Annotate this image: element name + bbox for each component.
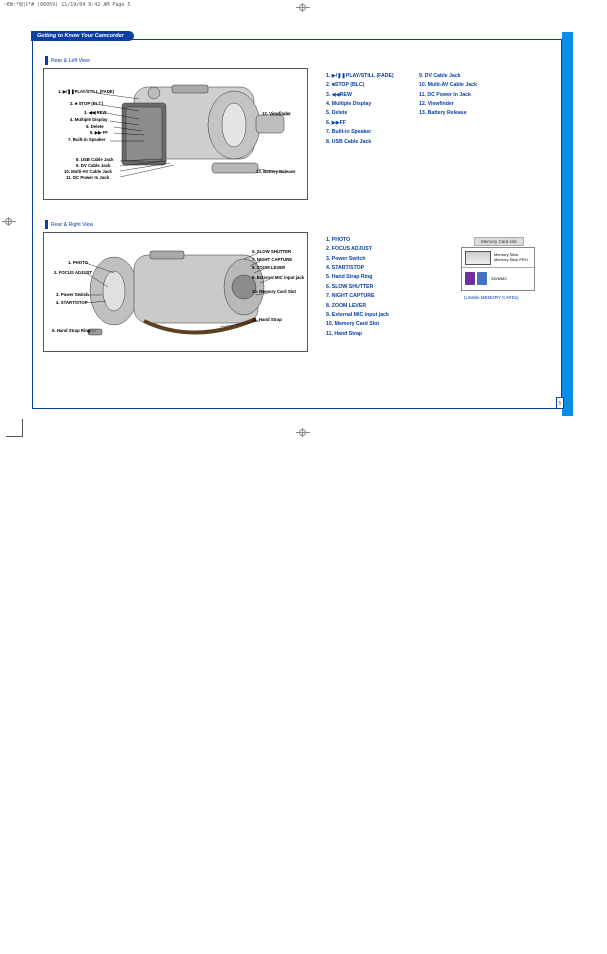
callout-rr-6: 6. SLOW SHUTTER [252, 249, 291, 254]
callout-rr-7: 7. NIGHT CAPTURE [252, 257, 292, 262]
memory-card-row-1: Memory Stick Memory Stick PRO [462, 248, 534, 268]
legend-item: 6. SLOW SHUTTER [326, 283, 389, 292]
callout-rl-7: 7. Built-in Speaker [68, 137, 106, 142]
rear-left-heading: Rear & Left View [45, 56, 90, 65]
legend-item: 11. Hand Strap [326, 330, 389, 339]
legend-item: 8. ZOOM LEVER [326, 302, 389, 311]
legend-item: 4. START/STOP [326, 264, 389, 273]
callout-rl-5: 5. Delete [86, 124, 104, 129]
callout-rl-12: 12. Viewfinder [262, 111, 291, 116]
legend-item: 13. Battery Release [419, 109, 477, 118]
memory-card-slot-title: Memory Card slot [474, 237, 524, 246]
callout-rl-2: 2. ■ STOP (BLC) [70, 101, 103, 106]
legend-item: 10. Memory Card Slot [326, 320, 389, 329]
callout-rr-10: 10. Memory Card Slot [252, 289, 296, 294]
rear-right-heading: Rear & Right View [45, 220, 93, 229]
rear-right-legend: 1. PHOTO 2. FOCUS ADJUST 3. Power Switch… [326, 236, 389, 339]
legend-item: 8. USB Cable Jack [326, 138, 394, 147]
callout-rl-8: 8. USB Cable Jack [76, 157, 114, 162]
legend-item: 5. Hand Strap Ring [326, 273, 389, 282]
crop-mark-top [296, 3, 310, 12]
rear-left-legend-a: 1. ▶/❚❚PLAY/STILL (FADE) 2. ■STOP (BLC) … [326, 72, 394, 147]
crop-mark-bottom [296, 428, 310, 437]
callout-rl-9: 9. DV Cable Jack [76, 163, 110, 168]
memory-card-slot-box: Memory Stick Memory Stick PRO SD/MMC [461, 247, 535, 291]
callout-rr-8: 8. ZOOM LEVER [252, 265, 285, 270]
legend-item: 5. Delete [326, 109, 394, 118]
callout-rl-13: 13. Battery Release [256, 169, 295, 174]
corner-mark-h [6, 436, 23, 437]
rear-right-heading-label: Rear & Right View [51, 222, 93, 228]
callout-rr-1: 1. PHOTO [68, 260, 88, 265]
rear-left-legend-b: 9. DV Cable Jack 10. Multi-AV Cable Jack… [419, 72, 477, 119]
legend-item: 2. FOCUS ADJUST [326, 245, 389, 254]
corner-mark-v [22, 419, 23, 436]
legend-item: 1. PHOTO [326, 236, 389, 245]
legend-item: 10. Multi-AV Cable Jack [419, 81, 477, 90]
crop-mark-left [2, 217, 16, 226]
callout-rl-11: 11. DC Power In Jack [66, 175, 109, 180]
callout-rr-5: 5. Hand Strap Ring [52, 328, 90, 333]
legend-item: 2. ■STOP (BLC) [326, 81, 394, 90]
memory-stick-icon [465, 251, 491, 265]
legend-item: 12. Viewfinder [419, 100, 477, 109]
rear-left-heading-label: Rear & Left View [51, 58, 90, 64]
legend-item: 9. External MIC input jack [326, 311, 389, 320]
callout-rl-3: 3. ◀◀ REW [84, 110, 107, 116]
rear-right-diagram: 1. PHOTO 2. FOCUS ADJUST 3. Power Switch… [43, 232, 308, 352]
heading-accent-bar [45, 56, 48, 65]
legend-item: 4. Multiple Display [326, 100, 394, 109]
callout-rr-11: 11. Hand Strap [252, 317, 282, 322]
callout-rl-6: 6. ▶▶ FF [90, 130, 108, 136]
page-frame: Rear & Left View [32, 39, 562, 409]
legend-item: 9. DV Cable Jack [419, 72, 477, 81]
legend-item: 7. NIGHT CAPTURE [326, 292, 389, 301]
legend-item: 7. Built-in Speaker [326, 128, 394, 137]
page-meta-header: ~EW:*8∏î*# (06059) 11/19/04 9:42 AM Page… [4, 2, 130, 8]
callout-rl-10: 10. Multi-AV Cable Jack [64, 169, 112, 174]
callout-rl-4: 4. Multiple Display [70, 117, 108, 122]
heading-accent-bar [45, 220, 48, 229]
memory-card-note: (Usable MEMORY CARDs) [464, 295, 519, 300]
page-edge-bar [562, 32, 573, 416]
memory-card-row-2: SD/MMC [462, 268, 534, 288]
legend-item: 1. ▶/❚❚PLAY/STILL (FADE) [326, 72, 394, 81]
sd-mmc-label: SD/MMC [491, 276, 507, 281]
legend-item: 6. ▶▶FF [326, 119, 394, 128]
memory-stick-label-2: Memory Stick PRO [494, 258, 528, 263]
callout-rr-9: 9. External MIC input jack [252, 275, 304, 280]
callout-rr-2: 2. FOCUS ADJUST [54, 270, 92, 275]
rear-left-diagram: 1. ▶/❚❚PLAY/STILL (FADE) 2. ■ STOP (BLC)… [43, 68, 308, 200]
callout-rr-4: 4. START/STOP [56, 300, 88, 305]
page-number: 5 [556, 397, 564, 409]
legend-item: 11. DC Power In Jack [419, 91, 477, 100]
callout-rr-3: 3. Power Switch [56, 292, 89, 297]
sd-mmc-icon [465, 272, 487, 285]
legend-item: 3. Power Switch [326, 255, 389, 264]
callout-rl-1: 1. ▶/❚❚PLAY/STILL (FADE) [58, 89, 114, 95]
legend-item: 3. ◀◀REW [326, 91, 394, 100]
